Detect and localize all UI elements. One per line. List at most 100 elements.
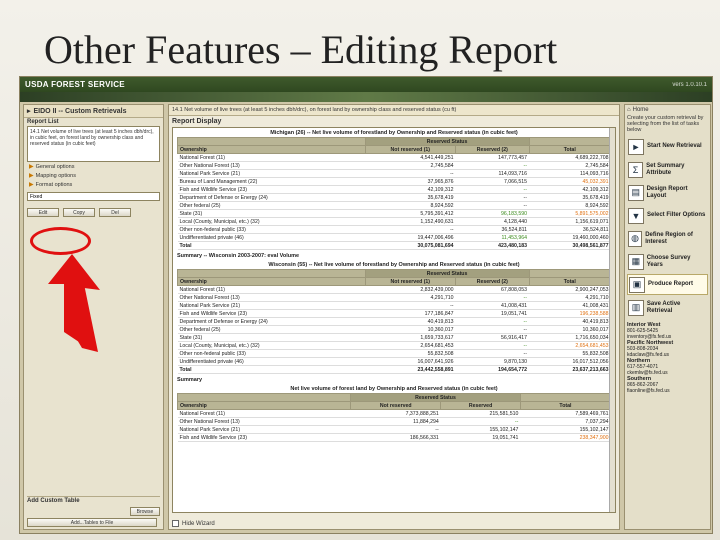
header-spacer	[177, 137, 366, 146]
menu-format-options[interactable]: ▶ Format options	[24, 180, 163, 189]
expand-icon: ▶	[29, 182, 34, 188]
table-row: Department of Defense or Energy (24) 40,4…	[177, 317, 611, 326]
task-icon: ▼	[628, 207, 644, 224]
table-cell: 10,360,017	[529, 325, 611, 334]
menu-general-options[interactable]: ▶ General options	[24, 162, 163, 171]
edit-button[interactable]: Edit	[27, 208, 59, 217]
table-cell: 11,453,964	[455, 233, 530, 242]
task-label: Design Report Layout	[646, 186, 688, 199]
copy-button[interactable]: Copy	[63, 208, 95, 217]
task-design-report-layout[interactable]: ▤ Design Report Layout	[627, 182, 708, 203]
group-header: Reserved Status	[364, 269, 530, 278]
report-button-row: Edit Copy Del	[24, 204, 163, 221]
table-cell: National Park Service (21)	[177, 169, 366, 178]
table-cell: 42,109,312	[365, 185, 456, 194]
task-define-region-of-interest[interactable]: ◍ Define Region of Interest	[627, 228, 708, 249]
table-cell: National Forest (11)	[177, 285, 366, 294]
report-area[interactable]: Michigan (26) -- Net live volume of fore…	[172, 127, 616, 513]
task-produce-report[interactable]: ▣ Produce Report	[627, 274, 708, 295]
table-cell: 7,037,294	[520, 417, 611, 426]
table-row: Local (County, Municipal, etc.) (32) 1,15…	[177, 217, 611, 226]
hide-wizard-checkbox[interactable]	[172, 520, 179, 527]
highlight-arrow	[48, 254, 100, 352]
report-table-title: Michigan (26) -- Net live volume of fore…	[270, 130, 518, 136]
format-select[interactable]: Fixed	[27, 192, 160, 201]
table-cell: 30,075,081,694	[365, 241, 456, 250]
table-cell: Fish and Wildlife Service (23)	[177, 185, 366, 194]
home-link[interactable]: ⌂ Home	[627, 107, 708, 113]
task-choose-survey-years[interactable]: ▦ Choose Survey Years	[627, 251, 708, 272]
report-table-title: Net live volume of forest land by Owners…	[290, 386, 498, 392]
column-header[interactable]: Total	[519, 401, 612, 410]
table-cell: --	[455, 193, 530, 202]
task-save-active-retrieval[interactable]: ▥ Save Active Retrieval	[627, 297, 708, 318]
report-list-box[interactable]: 14.1 Net volume of live trees (at least …	[27, 126, 160, 162]
table-cell: 1,156,619,071	[529, 217, 611, 226]
table-cell: --	[455, 349, 530, 358]
column-header[interactable]: Reserved (2)	[455, 145, 530, 154]
column-header[interactable]: Ownership	[176, 401, 352, 410]
panel-collapse-icon[interactable]: ▸	[27, 107, 31, 115]
column-header[interactable]: Ownership	[177, 145, 366, 154]
table-cell: 2,745,584	[529, 161, 611, 170]
table-cell: 423,480,183	[455, 241, 530, 250]
task-icon: ▤	[628, 184, 644, 201]
column-header[interactable]: Reserved (2)	[455, 277, 530, 286]
delete-button[interactable]: Del	[99, 208, 131, 217]
version-label: vers 1.0.10.1	[672, 81, 707, 88]
table-row: Fish and Wildlife Service (23) 186,566,33…	[177, 433, 611, 442]
add-tables-button[interactable]: Add...Tables to File	[27, 518, 157, 527]
table-cell: 67,808,053	[455, 285, 530, 294]
task-icon: ►	[628, 138, 644, 155]
table-cell: --	[455, 325, 530, 334]
column-header[interactable]: Reserved	[440, 401, 521, 410]
task-intro: Create your custom retrieval by selectin…	[627, 115, 704, 133]
task-start-new-retrieval[interactable]: ► Start New Retrieval	[627, 136, 708, 157]
table-cell: Other National Forest (13)	[177, 293, 366, 302]
column-header[interactable]: Total	[528, 277, 612, 286]
report-description: 14.1 Net volume of live trees (at least …	[169, 105, 619, 116]
menu-label: General options	[35, 163, 75, 170]
task-icon: ◍	[628, 230, 643, 247]
column-header[interactable]: Not reserved (1)	[364, 145, 457, 154]
expand-icon: ▶	[29, 164, 34, 170]
table-cell: Local (County, Municipal, etc.) (32)	[177, 217, 366, 226]
task-set-summary-attribute[interactable]: Σ Set Summary Attribute	[627, 159, 708, 180]
table-cell: 9,870,130	[455, 357, 530, 366]
table-cell: 96,183,590	[455, 209, 530, 218]
vertical-scrollbar[interactable]	[609, 128, 615, 512]
table-cell: 35,678,419	[365, 193, 456, 202]
table-total-row: Total 23,442,558,891 194,654,772 23,637,213…	[177, 365, 611, 374]
left-panel-title: ▸ EIDO II -- Custom Retrievals	[24, 105, 163, 118]
hide-wizard-toggle[interactable]: Hide Wizard	[172, 520, 215, 527]
table-cell: 1,659,733,617	[365, 333, 456, 342]
table-row: National Forest (11) 4,541,449,251 147,773…	[177, 153, 611, 162]
table-cell: 7,589,469,761	[520, 409, 611, 418]
table-cell: 238,347,900	[520, 433, 611, 442]
contact-line[interactable]: fiaonline@fs.fed.us	[627, 388, 708, 394]
app-header: USDA FOREST SERVICE vers 1.0.10.1	[20, 77, 712, 92]
table-cell: 186,566,331	[350, 433, 441, 442]
table-cell: --	[455, 341, 530, 350]
table-cell: 16,007,641,926	[365, 357, 456, 366]
browse-button[interactable]: Browse	[130, 507, 160, 516]
task-select-filter-options[interactable]: ▼ Select Filter Options	[627, 205, 708, 226]
report-table: Reserved Status Ownership Not reserved Rese…	[176, 393, 612, 442]
table-row: Bureau of Land Management (22) 37,965,876…	[177, 177, 611, 186]
column-header[interactable]: Total	[528, 145, 612, 154]
table-cell: 114,093,716	[529, 169, 611, 178]
table-cell: --	[365, 169, 456, 178]
table-row: National Park Service (21) -- 41,008,431 41…	[177, 301, 611, 310]
menu-mapping-options[interactable]: ▶ Mapping options	[24, 171, 163, 180]
column-header[interactable]: Not reserved (1)	[364, 277, 457, 286]
app-window: USDA FOREST SERVICE vers 1.0.10.1 ▸ EIDO…	[19, 76, 713, 534]
menu-label: Mapping options	[35, 172, 76, 179]
header-spacer	[519, 393, 612, 402]
column-header[interactable]: Ownership	[177, 277, 366, 286]
table-cell: 55,832,508	[529, 349, 611, 358]
table-cell: 2,832,439,000	[365, 285, 456, 294]
table-cell: 55,832,508	[365, 349, 456, 358]
column-header[interactable]: Not reserved	[350, 401, 442, 410]
task-list: ► Start New Retrieval Σ Set Summary Attribu…	[627, 136, 708, 318]
task-label: Start New Retrieval	[647, 143, 702, 150]
